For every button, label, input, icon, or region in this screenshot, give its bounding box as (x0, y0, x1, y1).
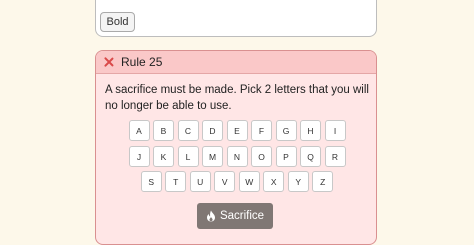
letter-key-n[interactable]: N (226, 146, 248, 167)
close-icon (104, 57, 114, 67)
letter-key-g[interactable]: G (275, 120, 297, 141)
keyboard-row-1: A B C D E F G H I (96, 120, 376, 141)
letter-key-v[interactable]: V (214, 171, 236, 192)
letter-key-c[interactable]: C (177, 120, 199, 141)
letter-key-s[interactable]: S (140, 171, 162, 192)
keyboard-row-3: S T U V W X Y Z (96, 171, 376, 192)
letter-key-z[interactable]: Z (312, 171, 334, 192)
sacrifice-button[interactable]: Sacrifice (197, 203, 273, 229)
letter-key-p[interactable]: P (275, 146, 297, 167)
letter-key-r[interactable]: R (324, 146, 346, 167)
keyboard-row-2: J K L M N O P Q R (96, 146, 376, 167)
letter-key-w[interactable]: W (238, 171, 260, 192)
letter-key-k[interactable]: K (153, 146, 174, 167)
letter-key-j[interactable]: J (128, 146, 150, 167)
letter-key-b[interactable]: B (153, 120, 174, 141)
rule-description: A sacrifice must be made. Pick 2 letters… (105, 84, 369, 112)
bold-button[interactable]: Bold (100, 12, 135, 32)
letter-key-u[interactable]: U (189, 171, 211, 192)
letter-key-o[interactable]: O (251, 146, 272, 167)
letter-key-l[interactable]: L (177, 146, 199, 167)
letter-key-f[interactable]: F (251, 120, 272, 141)
flame-icon (206, 210, 215, 222)
letter-key-i[interactable]: I (324, 120, 346, 141)
letter-key-q[interactable]: Q (300, 146, 321, 167)
letter-key-m[interactable]: M (202, 146, 223, 167)
rule-header: Rule 25 (96, 51, 376, 74)
letter-key-a[interactable]: A (128, 120, 150, 141)
letter-key-d[interactable]: D (202, 120, 223, 141)
letter-key-e[interactable]: E (226, 120, 248, 141)
letter-key-t[interactable]: T (165, 171, 187, 192)
letter-key-y[interactable]: Y (287, 171, 309, 192)
rule-title: Rule 25 (121, 55, 163, 69)
sacrifice-button-label: Sacrifice (219, 210, 265, 222)
previous-rule-card: Bold (95, 0, 377, 37)
letter-key-h[interactable]: H (300, 120, 321, 141)
rule-card: Rule 25 A sacrifice must be made. Pick 2… (95, 50, 377, 245)
letter-key-x[interactable]: X (263, 171, 285, 192)
